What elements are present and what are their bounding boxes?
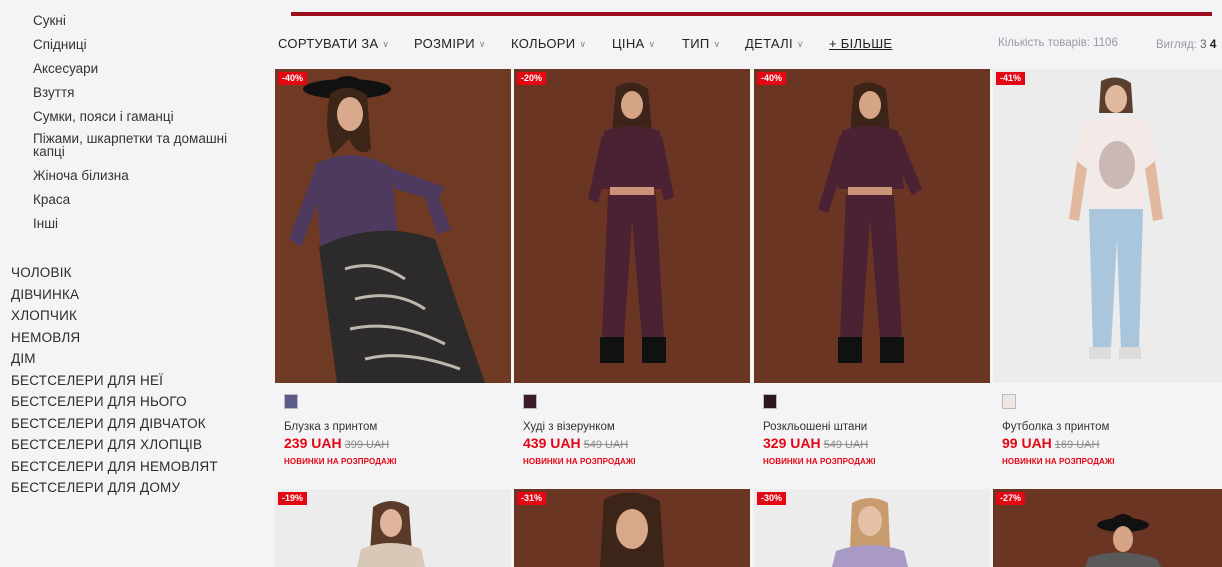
- product-price: 439 UAH 549 UAH: [523, 435, 628, 453]
- chevron-down-icon: ∨: [579, 39, 587, 49]
- product-price: 99 UAH 169 UAH: [1002, 435, 1099, 453]
- colors-dropdown[interactable]: КОЛЬОРИ ∨: [511, 36, 586, 51]
- category-home[interactable]: ДІМ: [11, 350, 261, 368]
- discount-badge: -40%: [278, 72, 308, 85]
- product-image[interactable]: -41%: [993, 69, 1222, 383]
- category-men[interactable]: ЧОЛОВІК: [11, 264, 261, 282]
- subcategory-shoes[interactable]: Взуття: [33, 84, 258, 101]
- promo-label: НОВИНКИ НА РОЗПРОДАЖІ: [1002, 457, 1115, 466]
- discount-badge: -41%: [996, 72, 1026, 85]
- discount-badge: -20%: [517, 72, 547, 85]
- category-bestsellers-home[interactable]: БЕСТСЕЛЕРИ ДЛЯ ДОМУ: [11, 479, 261, 497]
- subcategory-other[interactable]: Інші: [33, 215, 258, 232]
- subcategory-dresses[interactable]: Сукні: [33, 12, 258, 29]
- sort-label: СОРТУВАТИ ЗА: [278, 36, 379, 51]
- model-photo: [993, 69, 1222, 383]
- model-photo: [754, 69, 990, 383]
- discount-badge: -19%: [278, 492, 308, 505]
- type-dropdown[interactable]: ТИП ∨: [682, 36, 720, 51]
- sale-price: 239 UAH: [284, 435, 342, 451]
- view-option-4[interactable]: 4: [1210, 37, 1217, 51]
- product-image[interactable]: -31%: [514, 489, 750, 567]
- subcategory-list: Сукні Спідниці Аксесуари Взуття Сумки, п…: [33, 12, 258, 239]
- subcategory-skirts[interactable]: Спідниці: [33, 36, 258, 53]
- chevron-down-icon: ∨: [713, 39, 721, 49]
- view-switcher: Вигляд: 3 4: [1156, 37, 1216, 51]
- category-baby[interactable]: НЕМОВЛЯ: [11, 329, 261, 347]
- category-bestsellers-boys[interactable]: БЕСТСЕЛЕРИ ДЛЯ ХЛОПЦІВ: [11, 436, 261, 454]
- model-photo: [275, 69, 511, 383]
- product-image[interactable]: -19%: [275, 489, 511, 567]
- sizes-dropdown[interactable]: РОЗМІРИ ∨: [414, 36, 486, 51]
- header-accent-line: [291, 12, 1212, 16]
- product-name[interactable]: Розкльошені штани: [763, 421, 867, 433]
- discount-badge: -30%: [757, 492, 787, 505]
- sale-price: 439 UAH: [523, 435, 581, 451]
- category-girl[interactable]: ДІВЧИНКА: [11, 286, 261, 304]
- color-swatch[interactable]: [523, 394, 537, 409]
- sale-price: 99 UAH: [1002, 435, 1052, 451]
- product-price: 239 UAH 399 UAH: [284, 435, 389, 453]
- original-price: 549 UAH: [583, 439, 629, 451]
- model-photo: [275, 489, 511, 567]
- original-price: 549 UAH: [823, 439, 869, 451]
- subcategory-lingerie[interactable]: Жіноча білизна: [33, 167, 258, 184]
- model-photo: [754, 489, 990, 567]
- model-photo: [514, 489, 750, 567]
- details-label: ДЕТАЛІ: [745, 36, 793, 51]
- chevron-down-icon: ∨: [382, 39, 390, 49]
- category-bestsellers-him[interactable]: БЕСТСЕЛЕРИ ДЛЯ НЬОГО: [11, 393, 261, 411]
- category-bestsellers-babies[interactable]: БЕСТСЕЛЕРИ ДЛЯ НЕМОВЛЯТ: [11, 458, 261, 476]
- product-name[interactable]: Блузка з принтом: [284, 421, 377, 433]
- more-filters-link[interactable]: + БІЛЬШЕ: [829, 36, 892, 51]
- chevron-down-icon: ∨: [648, 39, 656, 49]
- subcategory-pajamas[interactable]: Піжами, шкарпетки та домашні капці: [33, 132, 258, 159]
- product-image[interactable]: -40%: [275, 69, 511, 383]
- promo-label: НОВИНКИ НА РОЗПРОДАЖІ: [523, 457, 636, 466]
- price-label: ЦІНА: [612, 36, 645, 51]
- color-swatch[interactable]: [284, 394, 298, 409]
- discount-badge: -31%: [517, 492, 547, 505]
- color-swatch[interactable]: [1002, 394, 1016, 409]
- sale-price: 329 UAH: [763, 435, 821, 451]
- product-image[interactable]: -40%: [754, 69, 990, 383]
- product-image[interactable]: -27%: [993, 489, 1222, 567]
- product-image[interactable]: -20%: [514, 69, 750, 383]
- promo-label: НОВИНКИ НА РОЗПРОДАЖІ: [284, 457, 397, 466]
- category-bestsellers-her[interactable]: БЕСТСЕЛЕРИ ДЛЯ НЕЇ: [11, 372, 261, 390]
- original-price: 399 UAH: [344, 439, 390, 451]
- chevron-down-icon: ∨: [796, 39, 804, 49]
- view-label: Вигляд:: [1156, 39, 1197, 51]
- filter-bar: СОРТУВАТИ ЗА ∨ РОЗМІРИ ∨ КОЛЬОРИ ∨ ЦІНА ∨ ТИ…: [278, 36, 1222, 56]
- product-price: 329 UAH 549 UAH: [763, 435, 868, 453]
- main-category-list: ЧОЛОВІК ДІВЧИНКА ХЛОПЧИК НЕМОВЛЯ ДІМ БЕС…: [11, 264, 261, 501]
- promo-label: НОВИНКИ НА РОЗПРОДАЖІ: [763, 457, 876, 466]
- sizes-label: РОЗМІРИ: [414, 36, 475, 51]
- model-photo: [514, 69, 750, 383]
- product-image[interactable]: -30%: [754, 489, 990, 567]
- color-swatch[interactable]: [763, 394, 777, 409]
- price-dropdown[interactable]: ЦІНА ∨: [612, 36, 655, 51]
- view-option-3[interactable]: 3: [1200, 39, 1206, 51]
- colors-label: КОЛЬОРИ: [511, 36, 576, 51]
- subcategory-beauty[interactable]: Краса: [33, 191, 258, 208]
- product-name[interactable]: Худі з візерунком: [523, 421, 615, 433]
- product-count: Кількість товарів: 1106: [998, 37, 1118, 49]
- category-sidebar: Сукні Спідниці Аксесуари Взуття Сумки, п…: [0, 0, 268, 567]
- category-bestsellers-girls[interactable]: БЕСТСЕЛЕРИ ДЛЯ ДІВЧАТОК: [11, 415, 261, 433]
- sort-dropdown[interactable]: СОРТУВАТИ ЗА ∨: [278, 36, 389, 51]
- discount-badge: -40%: [757, 72, 787, 85]
- type-label: ТИП: [682, 36, 710, 51]
- original-price: 169 UAH: [1054, 439, 1100, 451]
- subcategory-accessories[interactable]: Аксесуари: [33, 60, 258, 77]
- details-dropdown[interactable]: ДЕТАЛІ ∨: [745, 36, 804, 51]
- product-name[interactable]: Футболка з принтом: [1002, 421, 1109, 433]
- model-photo: [993, 489, 1222, 567]
- discount-badge: -27%: [996, 492, 1026, 505]
- chevron-down-icon: ∨: [478, 39, 486, 49]
- subcategory-bags[interactable]: Сумки, пояси і гаманці: [33, 108, 258, 125]
- category-boy[interactable]: ХЛОПЧИК: [11, 307, 261, 325]
